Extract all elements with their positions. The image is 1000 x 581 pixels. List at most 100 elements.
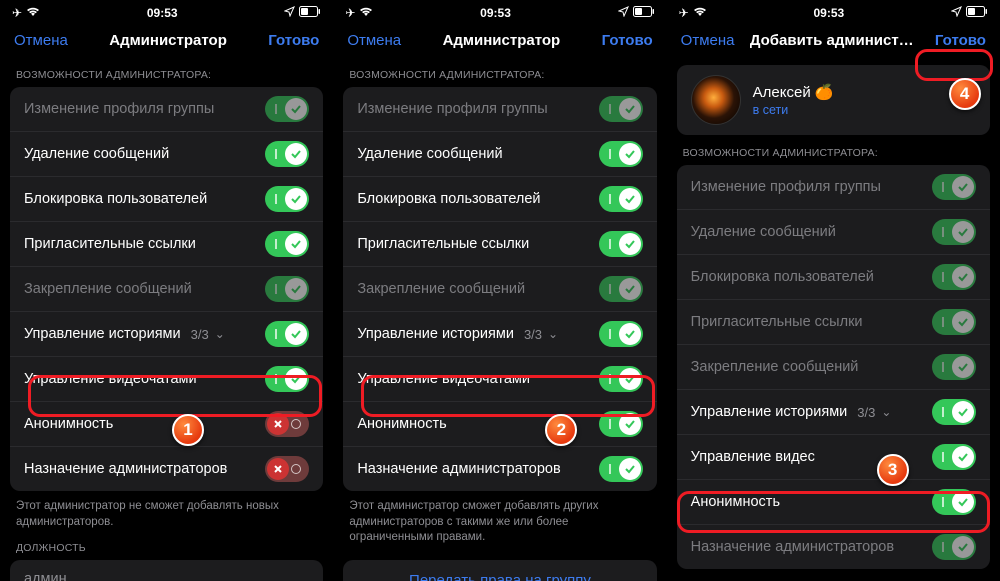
row-label: Удаление сообщений — [357, 146, 502, 162]
row-manage-videochats: Управление видес — [677, 435, 990, 480]
row-change-profile: Изменение профиля группы — [343, 87, 656, 132]
row-label: Закрепление сообщений — [357, 281, 525, 297]
row-label: Управление историями — [24, 326, 181, 342]
toggle[interactable] — [599, 276, 643, 302]
row-manage-stories[interactable]: Управление историями 3/3 ⌄ — [10, 312, 323, 357]
toggle[interactable] — [265, 366, 309, 392]
nav-bar: Отмена Добавить администрато... Готово — [667, 22, 1000, 57]
done-button[interactable]: Готово — [602, 32, 653, 49]
transfer-ownership-button[interactable]: Передать права на группу — [343, 560, 656, 581]
toggle[interactable] — [265, 231, 309, 257]
toggle[interactable] — [265, 276, 309, 302]
profile-card[interactable]: Алексей 🍊 в сети — [677, 65, 990, 135]
stories-count: 3/3 — [857, 405, 875, 420]
row-manage-stories[interactable]: Управление историями 3/3 ⌄ — [343, 312, 656, 357]
row-anonymity: Анонимность — [10, 402, 323, 447]
toggle[interactable] — [932, 444, 976, 470]
row-manage-videochats: Управление видеочатами — [10, 357, 323, 402]
section-header-capabilities: ВОЗМОЖНОСТИ АДМИНИСТРАТОРА: — [667, 135, 1000, 165]
toggle[interactable] — [599, 141, 643, 167]
status-bar: ✈ 09:53 — [667, 0, 1000, 22]
row-manage-videochats: Управление видеочатами — [343, 357, 656, 402]
row-label: Изменение профиля группы — [691, 179, 881, 195]
row-block-users: Блокировка пользователей — [343, 177, 656, 222]
toggle[interactable] — [265, 456, 309, 482]
stories-count: 3/3 — [524, 327, 542, 342]
toggle[interactable] — [932, 309, 976, 335]
airplane-icon: ✈ — [345, 6, 355, 20]
stories-count: 3/3 — [191, 327, 209, 342]
capabilities-list: Изменение профиля группы Удаление сообще… — [343, 87, 656, 491]
toggle[interactable] — [599, 321, 643, 347]
row-change-profile: Изменение профиля группы — [10, 87, 323, 132]
toggle[interactable] — [599, 411, 643, 437]
row-label: Блокировка пользователей — [357, 191, 540, 207]
location-icon — [618, 6, 629, 20]
row-label: Анонимность — [24, 416, 113, 432]
role-input[interactable]: админ — [10, 560, 323, 581]
row-label: Анонимность — [691, 494, 780, 510]
done-button[interactable]: Готово — [935, 32, 986, 49]
row-pin-messages: Закрепление сообщений — [343, 267, 656, 312]
row-label: Управление видеочатами — [357, 371, 530, 387]
screen-2: ✈ 09:53 Отмена Администратор Готово ВОЗМ… — [333, 0, 666, 581]
row-label: Назначение администраторов — [357, 461, 560, 477]
toggle[interactable] — [932, 489, 976, 515]
airplane-icon: ✈ — [679, 6, 689, 20]
toggle[interactable] — [265, 186, 309, 212]
toggle[interactable] — [599, 231, 643, 257]
row-label: Удаление сообщений — [24, 146, 169, 162]
chevron-down-icon: ⌄ — [881, 405, 891, 419]
row-invite-links: Пригласительные ссылки — [10, 222, 323, 267]
row-assign-admins: Назначение администраторов — [343, 447, 656, 491]
row-block-users: Блокировка пользователей — [10, 177, 323, 222]
airplane-icon: ✈ — [12, 6, 22, 20]
cancel-button[interactable]: Отмена — [14, 32, 68, 49]
toggle[interactable] — [599, 366, 643, 392]
row-pin-messages: Закрепление сообщений — [677, 345, 990, 390]
row-label: Анонимность — [357, 416, 446, 432]
row-label: Управление видес — [691, 449, 815, 465]
toggle[interactable] — [932, 354, 976, 380]
toggle[interactable] — [599, 96, 643, 122]
wifi-icon — [359, 6, 373, 20]
location-icon — [284, 6, 295, 20]
toggle[interactable] — [932, 219, 976, 245]
toggle[interactable] — [265, 141, 309, 167]
nav-title: Администратор — [443, 32, 561, 49]
row-assign-admins: Назначение администраторов — [677, 525, 990, 569]
row-change-profile: Изменение профиля группы — [677, 165, 990, 210]
cancel-button[interactable]: Отмена — [347, 32, 401, 49]
row-block-users: Блокировка пользователей — [677, 255, 990, 300]
wifi-icon — [26, 6, 40, 20]
row-label: Блокировка пользователей — [691, 269, 874, 285]
screen-1: ✈ 09:53 Отмена Администратор Готово ВОЗМ… — [0, 0, 333, 581]
toggle[interactable] — [599, 456, 643, 482]
toggle[interactable] — [932, 174, 976, 200]
toggle[interactable] — [599, 186, 643, 212]
toggle[interactable] — [932, 534, 976, 560]
toggle[interactable] — [932, 264, 976, 290]
row-label: Пригласительные ссылки — [24, 236, 196, 252]
battery-icon — [299, 6, 321, 20]
row-delete-messages: Удаление сообщений — [677, 210, 990, 255]
toggle[interactable] — [265, 96, 309, 122]
battery-icon — [966, 6, 988, 20]
toggle[interactable] — [932, 399, 976, 425]
cancel-button[interactable]: Отмена — [681, 32, 735, 49]
row-label: Управление историями — [357, 326, 514, 342]
toggle[interactable] — [265, 321, 309, 347]
row-invite-links: Пригласительные ссылки — [343, 222, 656, 267]
nav-title: Администратор — [109, 32, 227, 49]
row-manage-stories[interactable]: Управление историями 3/3 ⌄ — [677, 390, 990, 435]
row-delete-messages: Удаление сообщений — [343, 132, 656, 177]
clock: 09:53 — [147, 6, 178, 20]
toggle[interactable] — [265, 411, 309, 437]
profile-name: Алексей 🍊 — [753, 83, 834, 101]
status-bar: ✈ 09:53 — [333, 0, 666, 22]
row-assign-admins: Назначение администраторов — [10, 447, 323, 491]
row-delete-messages: Удаление сообщений — [10, 132, 323, 177]
capabilities-list: Изменение профиля группы Удаление сообще… — [10, 87, 323, 491]
done-button[interactable]: Готово — [268, 32, 319, 49]
row-invite-links: Пригласительные ссылки — [677, 300, 990, 345]
